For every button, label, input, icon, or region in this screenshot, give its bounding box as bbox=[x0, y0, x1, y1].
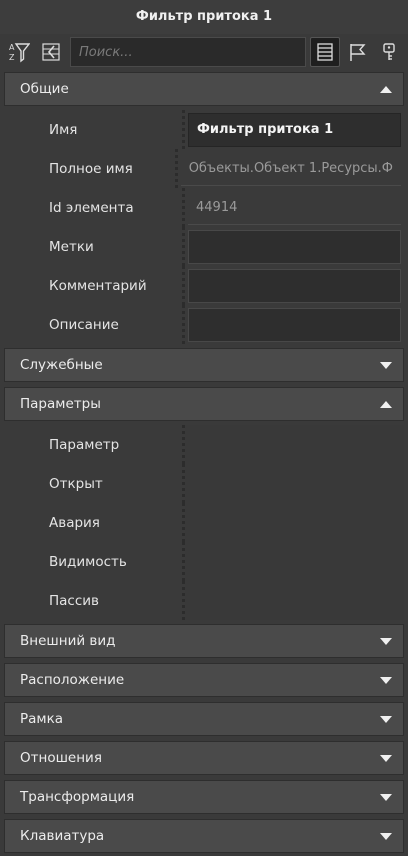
chevron-up-icon bbox=[380, 401, 392, 408]
chevron-down-icon bbox=[380, 755, 392, 762]
section-label: Трансформация bbox=[20, 789, 135, 805]
property-row: Id элемента 44914 bbox=[4, 188, 404, 227]
chevron-down-icon bbox=[380, 638, 392, 645]
list-view-icon bbox=[317, 43, 333, 61]
alarm-value[interactable] bbox=[185, 503, 404, 542]
property-row: Авария bbox=[4, 503, 404, 542]
section-service-header[interactable]: Служебные bbox=[4, 348, 404, 382]
section-label: Расположение bbox=[20, 672, 125, 688]
property-row: Открыт bbox=[4, 464, 404, 503]
chevron-down-icon bbox=[380, 362, 392, 369]
section-label: Клавиатура bbox=[20, 828, 105, 844]
section-location-header[interactable]: Расположение bbox=[4, 663, 404, 697]
collapse-icon bbox=[42, 43, 60, 61]
flag-button[interactable] bbox=[342, 37, 372, 67]
filter-sort-button[interactable]: A Z bbox=[4, 37, 34, 67]
property-row: Полное имя Объекты.Объект 1.Ресурсы.Ф bbox=[4, 149, 404, 188]
chevron-down-icon bbox=[380, 833, 392, 840]
section-general-header[interactable]: Общие bbox=[4, 72, 404, 106]
search-input[interactable] bbox=[70, 37, 306, 67]
property-name: Авария bbox=[4, 503, 185, 542]
property-name: Комментарий bbox=[4, 266, 185, 305]
property-name: Полное имя bbox=[4, 149, 178, 188]
properties-panel: Общие Имя Фильтр притока 1 Полное имя Об… bbox=[0, 72, 408, 853]
property-name: Описание bbox=[4, 305, 185, 344]
passive-value[interactable] bbox=[185, 581, 404, 620]
comment-field[interactable] bbox=[188, 268, 401, 303]
section-parameters-rows: Параметр Открыт Авария Видимость Пассив bbox=[4, 425, 404, 620]
property-name: Id элемента bbox=[4, 188, 185, 227]
property-name: Открыт bbox=[4, 464, 185, 503]
section-label: Общие bbox=[20, 81, 69, 97]
section-general-rows: Имя Фильтр притока 1 Полное имя Объекты.… bbox=[4, 110, 404, 344]
section-parameters-header[interactable]: Параметры bbox=[4, 387, 404, 421]
key-button[interactable] bbox=[374, 37, 404, 67]
section-label: Отношения bbox=[20, 750, 102, 766]
property-row: Видимость bbox=[4, 542, 404, 581]
flag-icon bbox=[350, 44, 366, 61]
property-row: Параметр bbox=[4, 425, 404, 464]
svg-text:Z: Z bbox=[9, 53, 15, 62]
open-value[interactable] bbox=[185, 464, 404, 503]
section-appearance-header[interactable]: Внешний вид bbox=[4, 624, 404, 658]
chevron-down-icon bbox=[380, 716, 392, 723]
property-name: Имя bbox=[4, 110, 185, 149]
property-row: Комментарий bbox=[4, 266, 404, 305]
property-name: Пассив bbox=[4, 581, 185, 620]
section-label: Служебные bbox=[20, 357, 103, 373]
section-label: Внешний вид bbox=[20, 633, 116, 649]
section-keyboard-header[interactable]: Клавиатура bbox=[4, 819, 404, 853]
section-label: Параметры bbox=[20, 396, 101, 412]
chevron-down-icon bbox=[380, 677, 392, 684]
section-frame-header[interactable]: Рамка bbox=[4, 702, 404, 736]
filter-sort-icon: A Z bbox=[9, 43, 30, 63]
svg-text:A: A bbox=[9, 43, 15, 52]
property-row: Описание bbox=[4, 305, 404, 344]
property-name: Параметр bbox=[4, 425, 185, 464]
property-row: Пассив bbox=[4, 581, 404, 620]
description-field[interactable] bbox=[188, 307, 401, 342]
chevron-up-icon bbox=[380, 86, 392, 93]
element-id-field: 44914 bbox=[188, 191, 401, 225]
key-icon bbox=[383, 43, 395, 60]
section-transform-header[interactable]: Трансформация bbox=[4, 780, 404, 814]
full-name-field: Объекты.Объект 1.Ресурсы.Ф bbox=[180, 152, 401, 186]
toolbar: A Z bbox=[0, 34, 408, 70]
property-name: Метки bbox=[4, 227, 185, 266]
name-field[interactable]: Фильтр притока 1 bbox=[188, 112, 401, 147]
chevron-down-icon bbox=[380, 794, 392, 801]
property-row: Имя Фильтр притока 1 bbox=[4, 110, 404, 149]
property-row: Метки bbox=[4, 227, 404, 266]
parameter-value[interactable] bbox=[185, 425, 404, 464]
window-title: Фильтр притока 1 bbox=[0, 0, 408, 34]
section-label: Рамка bbox=[20, 711, 64, 727]
property-name: Видимость bbox=[4, 542, 185, 581]
visibility-value[interactable] bbox=[185, 542, 404, 581]
collapse-button[interactable] bbox=[36, 37, 66, 67]
list-view-button[interactable] bbox=[310, 37, 340, 67]
tags-field[interactable] bbox=[188, 229, 401, 264]
section-relations-header[interactable]: Отношения bbox=[4, 741, 404, 775]
